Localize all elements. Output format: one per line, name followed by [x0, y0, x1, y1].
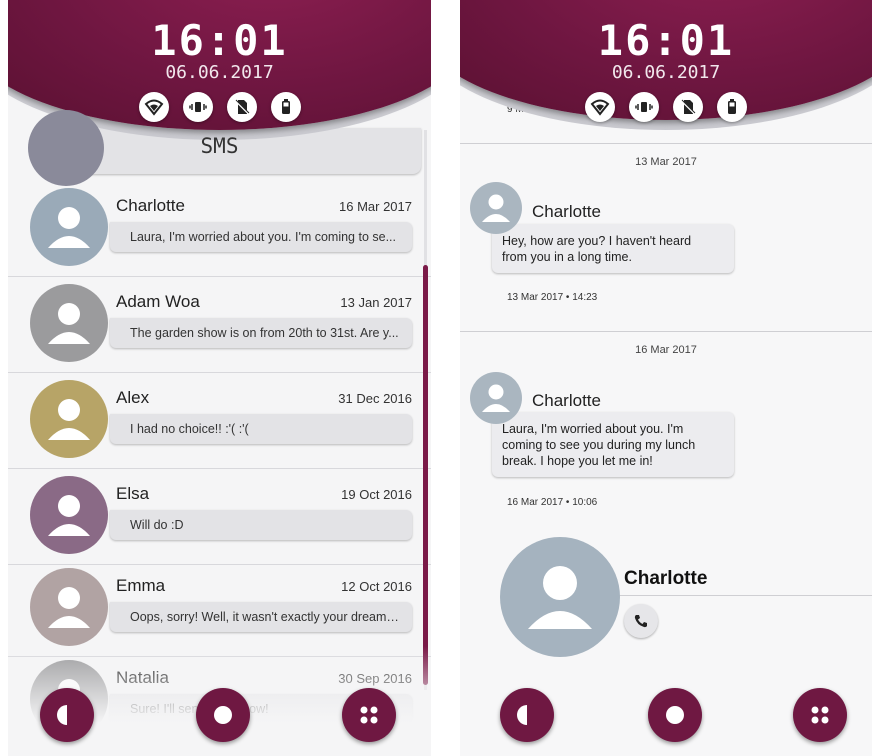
contact-name: Charlotte [624, 568, 708, 589]
apps-button[interactable] [342, 688, 396, 742]
clock-date: 06.06.2017 [611, 62, 721, 83]
thread-name: Charlotte [116, 196, 185, 215]
battery-icon[interactable] [270, 92, 301, 122]
thread-date: 19 Oct 2016 [341, 487, 412, 502]
contact-avatar[interactable] [500, 537, 620, 657]
list-item[interactable]: Adam Woa 13 Jan 2017 The garden show is … [30, 284, 412, 366]
phone-icon [634, 615, 647, 628]
list-item[interactable]: Charlotte 16 Mar 2017 Laura, I'm worried… [30, 188, 412, 270]
home-circle-icon [666, 706, 684, 724]
message-bubble[interactable]: Hey, how are you? I haven't heard from y… [492, 224, 734, 273]
divider [8, 656, 431, 657]
avatar [30, 476, 108, 554]
half-circle-icon [517, 705, 527, 725]
scrollbar-thumb[interactable] [423, 265, 428, 685]
thread-preview: Laura, I'm worried about you. I'm coming… [110, 222, 412, 252]
message-line: Laura, I'm worried about you. I'm [502, 422, 684, 436]
divider [8, 468, 431, 469]
clock-date: 06.06.2017 [165, 62, 274, 83]
conversation-screen: 9 Mar 2017 • 16:... 16:01 06.06.2017 13 … [460, 0, 872, 756]
apps-grid-icon [811, 706, 829, 724]
battery-icon[interactable] [717, 92, 747, 122]
thread-name: Elsa [116, 484, 150, 503]
home-button[interactable] [648, 688, 702, 742]
half-circle-icon [57, 705, 67, 725]
list-item[interactable]: Elsa 19 Oct 2016 Will do :D [30, 476, 412, 558]
page-title: SMS [200, 134, 239, 158]
thread-preview: I had no choice!! :'( :'( [110, 414, 412, 444]
list-item[interactable]: Alex 31 Dec 2016 I had no choice!! :'( :… [30, 380, 412, 462]
thread-name: Adam Woa [116, 292, 200, 311]
message-line: from you in a long time. [502, 250, 632, 264]
divider [610, 595, 872, 596]
half-circle-button[interactable] [500, 688, 554, 742]
thread-date: 30 Sep 2016 [338, 671, 412, 686]
vibrate-icon[interactable] [182, 92, 213, 122]
sender-name: Charlotte [532, 202, 601, 221]
message-line: Hey, how are you? I haven't heard [502, 234, 692, 248]
no-sim-icon[interactable] [673, 92, 703, 122]
message-timestamp: 16 Mar 2017 • 10:06 [507, 497, 598, 508]
avatar [30, 380, 108, 458]
home-button[interactable] [196, 688, 250, 742]
divider [460, 331, 872, 332]
clock-time: 16:01 [597, 16, 735, 65]
list-item[interactable]: Emma 12 Oct 2016 Oops, sorry! Well, it w… [30, 568, 412, 650]
thread-date: 12 Oct 2016 [341, 579, 412, 594]
message-line: break. I hope you let me in! [502, 454, 653, 468]
avatar [30, 188, 108, 266]
vibrate-icon[interactable] [629, 92, 659, 122]
avatar [470, 372, 522, 424]
sender-name: Charlotte [532, 391, 601, 410]
half-circle-button[interactable] [40, 688, 94, 742]
message-line: coming to see you during my lunch [502, 438, 696, 452]
thread-name: Alex [116, 388, 150, 407]
thread-name: Natalia [116, 668, 169, 687]
avatar [470, 182, 522, 234]
message-bubble[interactable]: Laura, I'm worried about you. I'm coming… [492, 412, 734, 477]
sms-list-screen: SMS 16:01 06.06.2017 Charlotte 16 Mar 20… [8, 0, 431, 756]
thread-preview: Oops, sorry! Well, it wasn't exactly you… [110, 602, 412, 632]
thread-date: 13 Jan 2017 [340, 295, 412, 310]
date-separator: 16 Mar 2017 [635, 344, 697, 356]
divider [460, 143, 872, 144]
divider [8, 372, 431, 373]
call-button[interactable] [624, 604, 658, 638]
divider [8, 564, 431, 565]
clock-time: 16:01 [151, 16, 288, 65]
thread-name: Emma [116, 576, 166, 595]
no-sim-icon[interactable] [226, 92, 257, 122]
date-separator: 13 Mar 2017 [635, 156, 697, 168]
thread-date: 31 Dec 2016 [338, 391, 412, 406]
status-icons [460, 92, 872, 122]
divider [8, 276, 431, 277]
avatar [30, 284, 108, 362]
thread-preview: The garden show is on from 20th to 31st.… [110, 318, 412, 348]
thread-date: 16 Mar 2017 [339, 199, 412, 214]
home-circle-icon [214, 706, 232, 724]
apps-button[interactable] [793, 688, 847, 742]
wifi-icon[interactable] [138, 92, 169, 122]
wifi-icon[interactable] [585, 92, 615, 122]
apps-grid-icon [360, 706, 378, 724]
avatar [30, 568, 108, 646]
thread-preview: Will do :D [110, 510, 412, 540]
message-timestamp: 13 Mar 2017 • 14:23 [507, 292, 598, 303]
